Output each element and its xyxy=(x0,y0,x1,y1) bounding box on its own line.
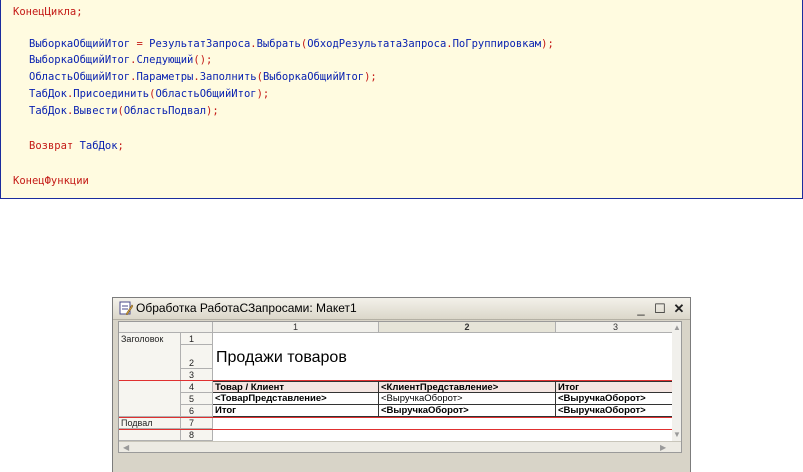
code-token: Заполнить xyxy=(199,71,257,83)
table-cell[interactable]: <ТоварПредставление> xyxy=(213,393,379,405)
code-line: ТабДок.Вывести(ОбластьПодвал); xyxy=(29,104,219,118)
code-token: ВыборкаОбщийИтог xyxy=(29,54,131,66)
code-token: КонецЦикла; xyxy=(13,6,83,18)
code-line: Возврат ТабДок; xyxy=(29,139,124,153)
table-cell[interactable]: <ВыручкаОборот> xyxy=(379,405,556,417)
area-label-empty xyxy=(119,381,181,417)
scroll-right-icon[interactable]: ▶ xyxy=(660,444,666,452)
layout-editor-window: Обработка РаботаСЗапросами: Макет1 _ ☐ ✕… xyxy=(112,297,691,472)
code-token: Вывести xyxy=(73,105,118,117)
scroll-down-icon[interactable]: ▼ xyxy=(673,431,681,439)
minimize-button[interactable]: _ xyxy=(632,300,650,317)
window-title-bar[interactable]: Обработка РаботаСЗапросами: Макет1 _ ☐ ✕ xyxy=(113,298,690,320)
code-token: ОбходРезультатаЗапроса xyxy=(307,38,447,50)
row-number[interactable]: 6 xyxy=(181,405,213,417)
column-header-3[interactable]: 3 xyxy=(556,322,676,333)
table-cell[interactable]: <ВыручкаОборот> xyxy=(556,405,676,417)
code-token: ОбластьПодвал xyxy=(123,105,207,117)
code-editor[interactable]: КонецЦикла; ВыборкаОбщийИтог = Результат… xyxy=(0,0,803,199)
row-number[interactable]: 7 xyxy=(181,417,213,429)
code-line: ОбластьОбщийИтог.Параметры.Заполнить(Выб… xyxy=(29,70,377,84)
code-token: ПоГруппировкам xyxy=(452,38,542,50)
code-token: Присоединить xyxy=(73,88,150,100)
code-token: ТабДок xyxy=(29,88,67,100)
area-separator xyxy=(119,429,676,430)
table-cell[interactable]: <КлиентПредставление> xyxy=(379,381,556,393)
row-number[interactable]: 8 xyxy=(181,429,213,441)
code-token: ОбластьОбщийИтог xyxy=(155,88,257,100)
code-token: ВыборкаОбщийИтог xyxy=(29,38,131,50)
scroll-left-icon[interactable]: ◀ xyxy=(123,444,129,452)
report-title-cell[interactable]: Продажи товаров xyxy=(216,348,347,368)
code-token: ТабДок xyxy=(29,105,67,117)
table-cell[interactable]: <ВыручкаОборот> xyxy=(556,393,676,405)
code-token: = xyxy=(130,38,150,50)
code-line: ТабДок.Присоединить(ОбластьОбщийИтог); xyxy=(29,87,269,101)
code-token: ТабДок xyxy=(79,140,118,152)
table-cell[interactable]: Товар / Клиент xyxy=(213,381,379,393)
code-token: ); xyxy=(541,38,554,50)
document-edit-icon xyxy=(119,301,133,315)
horizontal-scrollbar[interactable]: ◀ ▶ xyxy=(119,441,681,452)
code-token: ; xyxy=(117,140,124,152)
code-token: Возврат xyxy=(29,140,74,152)
code-line: ВыборкаОбщийИтог = РезультатЗапроса.Выбр… xyxy=(29,37,554,51)
code-token: (); xyxy=(193,54,213,66)
row-number[interactable]: 2 xyxy=(181,345,213,369)
code-token: ВыборкаОбщийИтог xyxy=(262,71,365,83)
close-button[interactable]: ✕ xyxy=(670,300,688,317)
code-line: ВыборкаОбщийИтог.Следующий(); xyxy=(29,53,212,67)
vertical-scrollbar[interactable]: ▲ ▼ xyxy=(672,322,681,441)
area-label-footer[interactable]: Подвал xyxy=(119,417,181,429)
code-token: РезультатЗапроса xyxy=(149,38,251,50)
maximize-button[interactable]: ☐ xyxy=(651,300,669,317)
table-cell[interactable]: <ВыручкаОборот> xyxy=(379,393,556,405)
code-line: КонецФункции xyxy=(13,174,89,188)
code-token: Выбрать xyxy=(256,38,301,50)
area-separator xyxy=(119,380,676,381)
spreadsheet-layout[interactable]: 1 2 3 Заголовок Подвал 1 2 3 4 5 6 7 8 П… xyxy=(118,321,682,453)
row-number[interactable]: 1 xyxy=(181,333,213,345)
code-token: Параметры xyxy=(136,71,194,83)
column-header-2[interactable]: 2 xyxy=(379,322,556,333)
area-label-empty xyxy=(119,429,181,441)
scroll-up-icon[interactable]: ▲ xyxy=(673,324,681,332)
code-token: ); xyxy=(364,71,377,83)
sheet-corner[interactable] xyxy=(119,322,213,333)
row-number[interactable]: 5 xyxy=(181,393,213,405)
code-token: Следующий xyxy=(136,54,194,66)
row-number[interactable]: 4 xyxy=(181,381,213,393)
code-line: КонецЦикла; xyxy=(13,5,83,19)
table-cell[interactable]: Итог xyxy=(213,405,379,417)
code-token: ); xyxy=(256,88,270,100)
area-label-header[interactable]: Заголовок xyxy=(119,333,181,381)
window-title: Обработка РаботаСЗапросами: Макет1 xyxy=(136,301,357,315)
code-token: ); xyxy=(206,105,219,117)
table-cell[interactable]: Итог xyxy=(556,381,676,393)
area-separator xyxy=(119,417,676,418)
column-header-1[interactable]: 1 xyxy=(213,322,379,333)
code-token: КонецФункции xyxy=(13,175,89,187)
code-token: ОбластьОбщийИтог xyxy=(29,71,131,83)
